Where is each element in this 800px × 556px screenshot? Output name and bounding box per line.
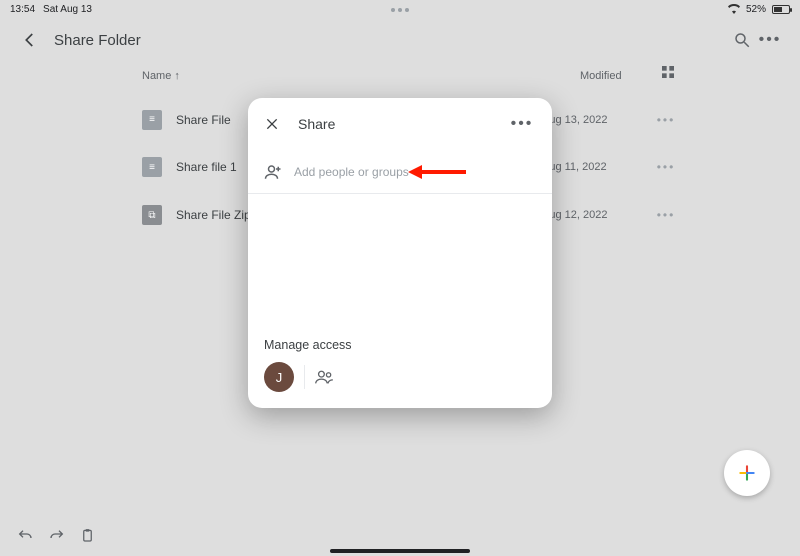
file-modified: Aug 12, 2022: [542, 209, 652, 221]
undo-button[interactable]: [16, 528, 34, 544]
multitask-dots-icon[interactable]: [391, 8, 409, 12]
status-time: 13:54: [10, 4, 35, 15]
file-modified: Aug 11, 2022: [542, 161, 652, 173]
user-avatar[interactable]: J: [264, 362, 294, 392]
group-icon[interactable]: [315, 369, 335, 385]
zip-icon: ⧉: [142, 205, 162, 225]
column-headers: Name ↑ Modified: [142, 64, 700, 88]
doc-icon: ≡: [142, 157, 162, 177]
battery-percent: 52%: [746, 4, 766, 15]
dialog-close-button[interactable]: [258, 110, 286, 138]
wifi-icon: [728, 4, 740, 14]
create-new-fab[interactable]: [724, 450, 770, 496]
redo-button[interactable]: [48, 528, 66, 544]
doc-icon: ≡: [142, 110, 162, 130]
column-name[interactable]: Name ↑: [142, 70, 580, 82]
bottom-toolbar: [16, 528, 95, 544]
add-people-row[interactable]: [248, 150, 552, 194]
app-bar: Share Folder •••: [0, 22, 800, 58]
dialog-title: Share: [298, 116, 335, 132]
grid-view-toggle[interactable]: [660, 64, 700, 80]
battery-icon: [772, 5, 790, 14]
file-modified: Aug 13, 2022: [542, 114, 652, 126]
page-title: Share Folder: [54, 32, 141, 49]
manage-access-label[interactable]: Manage access: [264, 338, 536, 352]
file-more-button[interactable]: •••: [652, 113, 680, 127]
person-add-icon: [264, 163, 282, 181]
home-indicator[interactable]: [330, 549, 470, 553]
status-date: Sat Aug 13: [43, 4, 92, 15]
file-more-button[interactable]: •••: [652, 208, 680, 222]
more-options-button[interactable]: •••: [756, 26, 784, 54]
back-button[interactable]: [16, 26, 44, 54]
search-button[interactable]: [728, 26, 756, 54]
add-people-input[interactable]: [294, 165, 536, 179]
share-dialog: Share ••• Manage access J: [248, 98, 552, 408]
clipboard-button[interactable]: [80, 528, 95, 544]
dialog-more-button[interactable]: •••: [508, 110, 536, 138]
divider: [304, 365, 305, 389]
file-more-button[interactable]: •••: [652, 160, 680, 174]
